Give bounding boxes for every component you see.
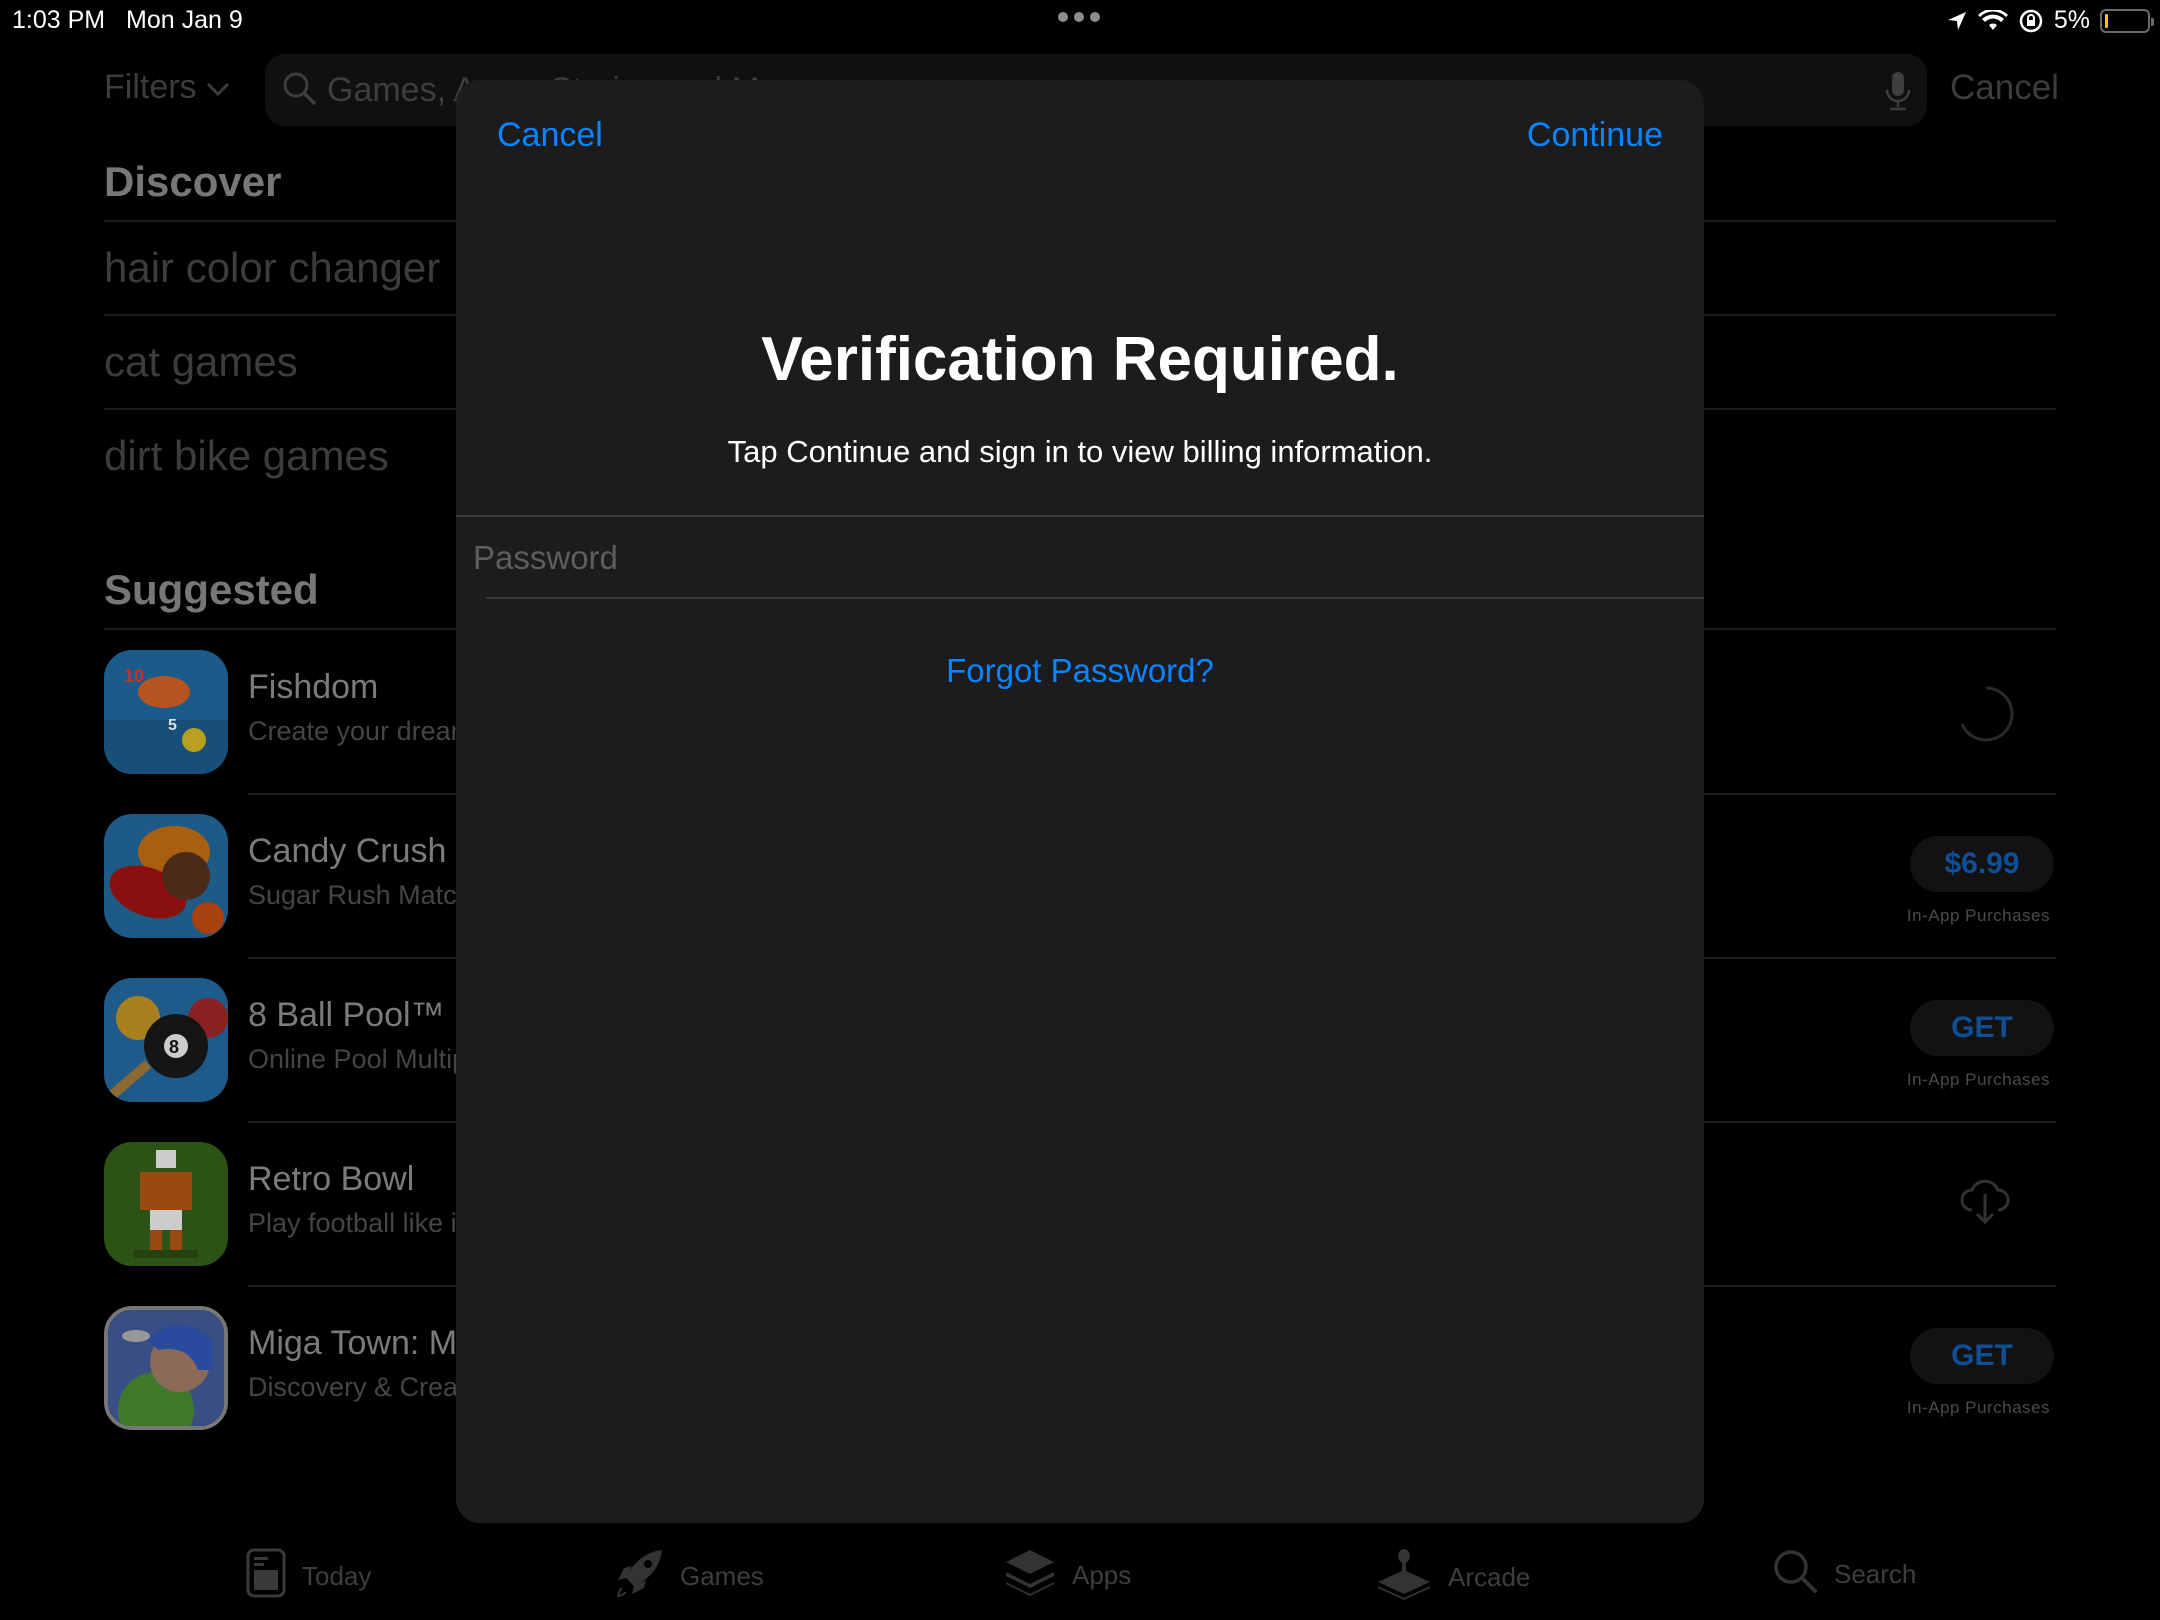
filters-button[interactable]: Filters — [104, 68, 231, 107]
tab-arcade[interactable]: Arcade — [1376, 1548, 1530, 1607]
today-icon — [246, 1548, 286, 1605]
tab-label: Arcade — [1448, 1562, 1531, 1592]
joystick-icon — [1376, 1548, 1432, 1607]
search-icon — [281, 70, 317, 111]
forgot-password-link[interactable]: Forgot Password? — [456, 652, 1704, 690]
miga-town-app-icon — [104, 1306, 228, 1430]
dialog-title: Verification Required. — [761, 325, 1399, 394]
divider — [456, 515, 1704, 517]
tab-label: Today — [302, 1561, 372, 1591]
svg-text:10: 10 — [124, 666, 144, 686]
buy-price-button[interactable]: $6.99 — [1910, 836, 2054, 892]
tab-search[interactable]: Search — [1772, 1548, 1916, 1601]
password-field[interactable] — [473, 518, 1687, 598]
dialog-message: Tap Continue and sign in to view billing… — [727, 434, 1433, 469]
svg-text:5: 5 — [168, 717, 177, 734]
tab-today[interactable]: Today — [246, 1548, 371, 1605]
tab-label: Search — [1834, 1559, 1917, 1589]
verification-dialog: Cancel Continue Verification Required. T… — [456, 80, 1704, 1523]
app-name: 8 Ball Pool™ — [248, 996, 445, 1034]
in-app-purchases-label: In-App Purchases — [1906, 906, 2050, 925]
discover-heading: Discover — [104, 158, 282, 205]
fishdom-app-icon: 10 5 — [104, 650, 228, 774]
divider — [486, 597, 1704, 599]
microphone-icon[interactable] — [1885, 70, 1911, 117]
app-name: Retro Bowl — [248, 1160, 415, 1198]
8-ball-pool-app-icon: 8 — [104, 978, 228, 1102]
app-name: Fishdom — [248, 668, 379, 706]
in-app-purchases-label: In-App Purchases — [1906, 1070, 2050, 1089]
suggested-heading: Suggested — [104, 566, 319, 613]
tab-apps[interactable]: Apps — [1004, 1548, 1131, 1603]
chevron-down-icon — [205, 68, 231, 107]
filters-label: Filters — [104, 68, 197, 106]
continue-button[interactable]: Continue — [1527, 116, 1663, 155]
search-cancel-button[interactable]: Cancel — [1950, 68, 2059, 108]
tab-bar: Today Games Apps Arcade Search — [0, 1530, 2160, 1620]
svg-text:8: 8 — [169, 1037, 179, 1057]
in-app-purchases-label: In-App Purchases — [1906, 1398, 2050, 1417]
cloud-download-icon[interactable] — [1958, 1176, 2012, 1231]
tab-label: Apps — [1072, 1560, 1132, 1590]
loading-spinner-icon — [1958, 686, 2014, 747]
candy-crush-app-icon — [104, 814, 228, 938]
get-button[interactable]: GET — [1910, 1328, 2054, 1384]
search-icon — [1772, 1548, 1818, 1601]
tab-label: Games — [680, 1561, 764, 1591]
get-button[interactable]: GET — [1910, 1000, 2054, 1056]
tab-games[interactable]: Games — [614, 1548, 764, 1605]
layers-icon — [1004, 1548, 1056, 1603]
rocket-icon — [614, 1548, 664, 1605]
cancel-button[interactable]: Cancel — [497, 116, 603, 155]
retro-bowl-app-icon — [104, 1142, 228, 1266]
